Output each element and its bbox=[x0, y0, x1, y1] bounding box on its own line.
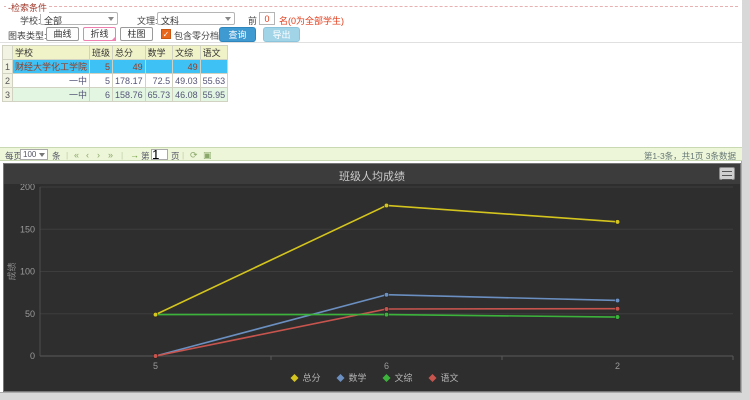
svg-text:150: 150 bbox=[20, 224, 35, 234]
app-window: -检索条件 学校: 全部 文理: 文科 前 名(0为全部学生) 图表 bbox=[0, 0, 750, 400]
filter-row-2: 图表类型: 曲线 折线 柱图 ✓ 包含零分档 查询 导出 bbox=[0, 27, 742, 42]
filter-row-1: 学校: 全部 文理: 文科 前 名(0为全部学生) bbox=[0, 12, 742, 26]
header-yuwen[interactable]: 语文 bbox=[200, 46, 228, 60]
school-select-value: 全部 bbox=[44, 16, 62, 26]
next-page-icon[interactable]: › bbox=[97, 150, 100, 160]
grid-toggle-icon[interactable]: ▣ bbox=[203, 150, 212, 161]
svg-text:成绩: 成绩 bbox=[6, 262, 17, 280]
school-label: 学校: bbox=[20, 14, 41, 27]
results-table: 学校 班级 总分 数学 文综 语文 1 财经大学化工学院 5 49 bbox=[2, 45, 228, 102]
top-count-input[interactable] bbox=[259, 12, 275, 25]
chevron-down-icon bbox=[108, 17, 114, 21]
page-prefix: 第 bbox=[141, 150, 150, 162]
cell-school: 一中 bbox=[13, 74, 90, 88]
go-page-icon[interactable]: → bbox=[130, 150, 139, 160]
school-select[interactable]: 全部 bbox=[40, 12, 118, 25]
top-suffix-note: 名(0为全部学生) bbox=[279, 14, 344, 27]
chart-type-bar-button[interactable]: 柱图 bbox=[120, 27, 153, 41]
svg-text:100: 100 bbox=[20, 267, 35, 277]
last-page-icon[interactable]: » bbox=[108, 150, 113, 160]
svg-text:6: 6 bbox=[384, 361, 389, 371]
chart-title: 班级人均成绩 bbox=[4, 168, 740, 184]
include-zero-checkbox[interactable]: ✓ bbox=[161, 29, 171, 39]
header-rownum bbox=[3, 46, 13, 60]
panel-divider bbox=[4, 6, 738, 7]
svg-text:数学: 数学 bbox=[349, 372, 367, 383]
svg-text:200: 200 bbox=[20, 184, 35, 192]
panel-title[interactable]: -检索条件 bbox=[6, 1, 49, 14]
svg-text:总分: 总分 bbox=[303, 372, 321, 383]
cell-school: 财经大学化工学院 bbox=[13, 60, 90, 74]
table-row[interactable]: 2 一中 5 178.17 72.5 49.03 55.63 bbox=[3, 74, 228, 88]
grid-region: 学校 班级 总分 数学 文综 语文 1 财经大学化工学院 5 49 bbox=[0, 42, 742, 147]
chart-type-line-button[interactable]: 折线 bbox=[83, 27, 116, 41]
page-suffix: 页 bbox=[171, 150, 180, 162]
top-label: 前 bbox=[248, 14, 257, 27]
line-chart-canvas[interactable]: 0 50 100 150 200 5 6 2 总分 数学 文综 语文 成绩 bbox=[4, 184, 740, 391]
svg-text:语文: 语文 bbox=[441, 372, 459, 383]
svg-text:0: 0 bbox=[30, 351, 35, 361]
wenli-select-value: 文科 bbox=[161, 16, 179, 26]
table-row[interactable]: 1 财经大学化工学院 5 49 49 bbox=[3, 60, 228, 74]
table-header-row: 学校 班级 总分 数学 文综 语文 bbox=[3, 46, 228, 60]
include-zero-label: 包含零分档 bbox=[174, 29, 219, 42]
header-wenzong[interactable]: 文综 bbox=[173, 46, 201, 60]
header-math[interactable]: 数学 bbox=[145, 46, 173, 60]
wenli-label: 文理: bbox=[137, 14, 158, 27]
prev-page-icon[interactable]: ‹ bbox=[86, 150, 89, 160]
pager-summary: 第1-3条，共1页 3条数据 bbox=[644, 150, 736, 162]
chart-menu-icon[interactable] bbox=[719, 167, 735, 180]
wenli-select[interactable]: 文科 bbox=[157, 12, 235, 25]
chart-titlebar: 班级人均成绩 bbox=[4, 164, 740, 184]
header-total[interactable]: 总分 bbox=[113, 46, 146, 60]
query-button[interactable]: 查询 bbox=[219, 27, 256, 42]
svg-text:文综: 文综 bbox=[395, 372, 413, 383]
panel-header: -检索条件 bbox=[4, 1, 738, 10]
export-button[interactable]: 导出 bbox=[263, 27, 300, 42]
page-number-input[interactable] bbox=[151, 149, 168, 160]
chart-type-curve-button[interactable]: 曲线 bbox=[46, 27, 79, 41]
main-content: -检索条件 学校: 全部 文理: 文科 前 名(0为全部学生) 图表 bbox=[0, 0, 742, 393]
pager-bar: 每页 100 条 | « ‹ › » | → 第 页 | ⟳ ▣ 第1-3条，共… bbox=[0, 147, 742, 161]
per-page-suffix: 条 bbox=[52, 150, 61, 162]
first-page-icon[interactable]: « bbox=[74, 150, 79, 160]
refresh-icon[interactable]: ⟳ bbox=[190, 150, 198, 161]
svg-text:5: 5 bbox=[153, 361, 158, 371]
score-chart: 班级人均成绩 0 50 100 150 200 5 6 2 总分 数学 文综 语文 成绩 bbox=[3, 163, 741, 392]
svg-text:50: 50 bbox=[25, 309, 35, 319]
per-page-select[interactable]: 100 bbox=[20, 149, 48, 160]
header-school[interactable]: 学校 bbox=[13, 46, 90, 60]
header-class[interactable]: 班级 bbox=[90, 46, 113, 60]
chevron-down-icon bbox=[225, 17, 231, 21]
cell-school: 一中 bbox=[13, 88, 90, 102]
table-row[interactable]: 3 一中 6 158.76 65.73 46.08 55.95 bbox=[3, 88, 228, 102]
chart-type-label: 图表类型: bbox=[8, 29, 47, 42]
svg-text:2: 2 bbox=[615, 361, 620, 371]
search-panel: -检索条件 学校: 全部 文理: 文科 前 名(0为全部学生) 图表 bbox=[0, 0, 742, 42]
chevron-down-icon bbox=[39, 153, 45, 157]
